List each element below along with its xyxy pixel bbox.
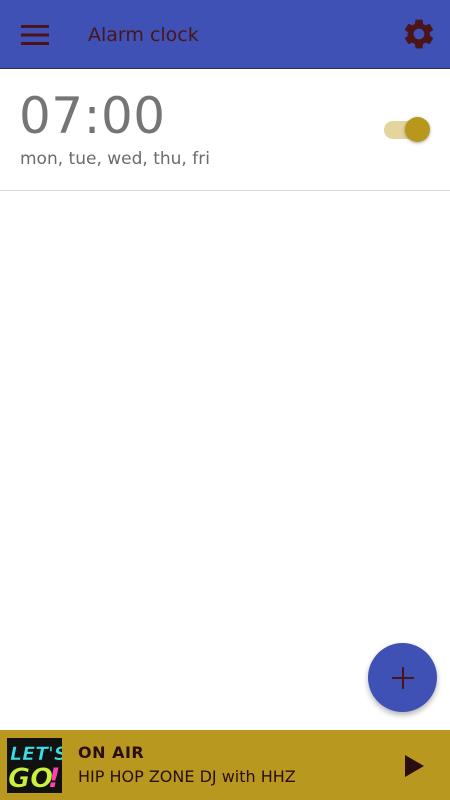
radio-station-logo: LET'S GO !: [7, 738, 62, 793]
app-bar: Alarm clock: [0, 0, 450, 69]
toggle-thumb: [405, 117, 430, 142]
menu-button[interactable]: [12, 16, 58, 54]
plus-icon: [391, 666, 414, 689]
hamburger-menu-icon: [21, 25, 49, 45]
play-button[interactable]: [394, 748, 434, 784]
gear-icon: [404, 19, 434, 49]
svg-text:GO: GO: [8, 763, 53, 793]
settings-button[interactable]: [398, 13, 440, 55]
alarm-time: 07:00: [19, 87, 166, 145]
svg-text:!: !: [48, 763, 60, 793]
alarm-item[interactable]: 07:00 mon, tue, wed, thu, fri: [0, 70, 450, 191]
alarm-clock-app: Alarm clock 07:00 mon, tue, wed, thu, fr…: [0, 0, 450, 800]
lets-go-logo-image: LET'S GO !: [7, 738, 62, 793]
on-air-label: ON AIR: [78, 743, 145, 762]
radio-program-title: HIP HOP ZONE DJ with HHZ: [78, 767, 296, 786]
add-alarm-button[interactable]: [368, 643, 437, 712]
alarm-days: mon, tue, wed, thu, fri: [20, 149, 210, 169]
radio-player-bar[interactable]: LET'S GO ! ON AIR HIP HOP ZONE DJ with H…: [0, 730, 450, 800]
alarm-list: 07:00 mon, tue, wed, thu, fri: [0, 70, 450, 191]
play-icon: [405, 755, 424, 777]
app-title: Alarm clock: [88, 24, 199, 46]
alarm-enabled-toggle[interactable]: [384, 117, 432, 143]
svg-text:LET'S: LET'S: [10, 743, 62, 765]
